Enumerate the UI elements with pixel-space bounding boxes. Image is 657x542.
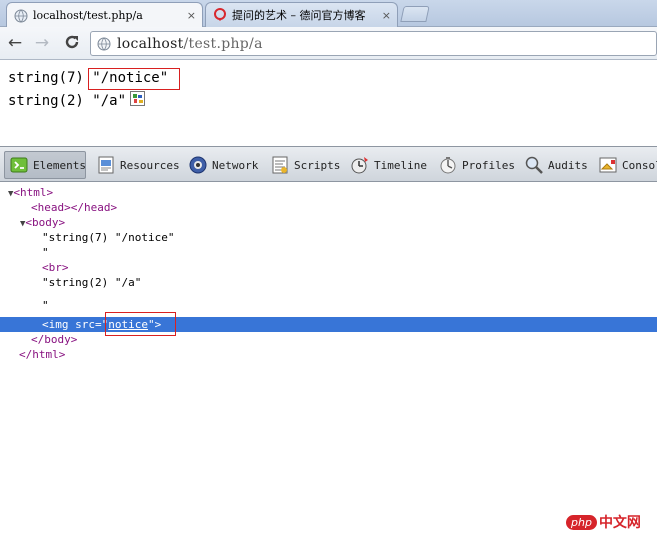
dom-node-head[interactable]: <head></head>: [0, 200, 657, 215]
tab-title: 提问的艺术 – 德问官方博客: [232, 9, 366, 22]
console-icon: [599, 157, 617, 173]
dom-text-node[interactable]: "string(7) "/notice": [0, 230, 657, 245]
tab-label: Profiles: [462, 158, 515, 172]
tab-localhost[interactable]: localhost/test.php/a ×: [6, 2, 203, 28]
url-path: /test.php/a: [183, 35, 263, 52]
dom-node-body-close[interactable]: </body>: [0, 332, 657, 347]
tab-label: Audits: [548, 158, 588, 172]
dom-text-node[interactable]: "string(2) "/a": [0, 275, 657, 290]
dom-node-body[interactable]: ▼<body>: [0, 215, 657, 230]
tab-label: Scripts: [294, 158, 341, 172]
new-tab-button[interactable]: [400, 6, 430, 22]
dom-tree: ▼<html> <head></head> ▼<body> "string(7)…: [0, 183, 657, 542]
tab-title: localhost/test.php/a: [33, 9, 143, 22]
broken-image-icon: [130, 91, 145, 106]
profiles-icon: [440, 157, 456, 174]
timeline-icon: [351, 157, 368, 174]
address-bar[interactable]: localhost/test.php/a: [90, 31, 657, 56]
output-prefix: string(7): [8, 70, 93, 86]
dom-text-node-end: ": [42, 246, 49, 259]
resources-icon: [98, 156, 114, 174]
globe-icon: [14, 9, 28, 22]
elements-icon: [10, 157, 28, 173]
devtools-toolbar: Elements Resources Network Scripts Timel…: [0, 146, 657, 182]
scripts-icon: [272, 156, 288, 174]
tab-strip: localhost/test.php/a × 提问的艺术 – 德问官方博客 ×: [0, 0, 657, 28]
page-content: string(7) "/notice" string(2) "/a": [0, 61, 657, 146]
watermark-php: php: [566, 514, 597, 530]
devtools-tab-network[interactable]: Network: [184, 151, 264, 179]
expand-triangle-icon[interactable]: ▼: [0, 219, 25, 229]
expand-triangle-icon[interactable]: ▼: [0, 189, 13, 199]
dom-node-html[interactable]: ▼<html>: [0, 185, 657, 200]
close-tab-icon[interactable]: ×: [382, 9, 391, 22]
reload-button[interactable]: [62, 33, 82, 53]
devtools-tab-audits[interactable]: Audits: [520, 151, 590, 179]
tab-label: Network: [212, 158, 259, 172]
dom-node-html-close[interactable]: </html>: [0, 347, 657, 362]
back-button[interactable]: ←: [5, 33, 25, 53]
page-info-icon: [97, 37, 111, 50]
output-line-2: string(2) "/a": [8, 93, 127, 109]
tab-label: Resources: [120, 158, 180, 172]
devtools-tab-profiles[interactable]: Profiles: [434, 151, 515, 179]
url-text: localhost/test.php/a: [117, 36, 263, 52]
browser-toolbar: ← → localhost/test.php/a: [0, 27, 657, 60]
devtools-tab-scripts[interactable]: Scripts: [266, 151, 342, 179]
watermark-logo: php 中文网: [566, 512, 641, 532]
devtools-tab-resources[interactable]: Resources: [92, 151, 180, 179]
dom-node-br[interactable]: <br>: [0, 260, 657, 275]
tab-label: Console: [622, 158, 657, 172]
audits-icon: [525, 156, 543, 174]
devtools-tab-elements[interactable]: Elements: [4, 151, 86, 179]
dom-text-node-end: ": [42, 299, 49, 312]
network-icon: [189, 156, 207, 174]
reload-icon: [65, 35, 79, 49]
forward-button[interactable]: →: [32, 33, 52, 53]
url-host: localhost: [117, 35, 184, 52]
tab-label: Elements: [33, 158, 86, 172]
tab-tiwen[interactable]: 提问的艺术 – 德问官方博客 ×: [205, 2, 398, 27]
devtools-tab-timeline[interactable]: Timeline: [346, 151, 428, 179]
tab-label: Timeline: [374, 158, 427, 172]
location-pin-icon: [214, 8, 226, 21]
highlight-box: [88, 68, 180, 90]
watermark-cn: 中文网: [598, 515, 641, 531]
devtools-tab-console[interactable]: Console: [594, 151, 657, 179]
close-tab-icon[interactable]: ×: [187, 9, 196, 22]
dom-node-img[interactable]: <img src="notice">: [0, 317, 657, 332]
